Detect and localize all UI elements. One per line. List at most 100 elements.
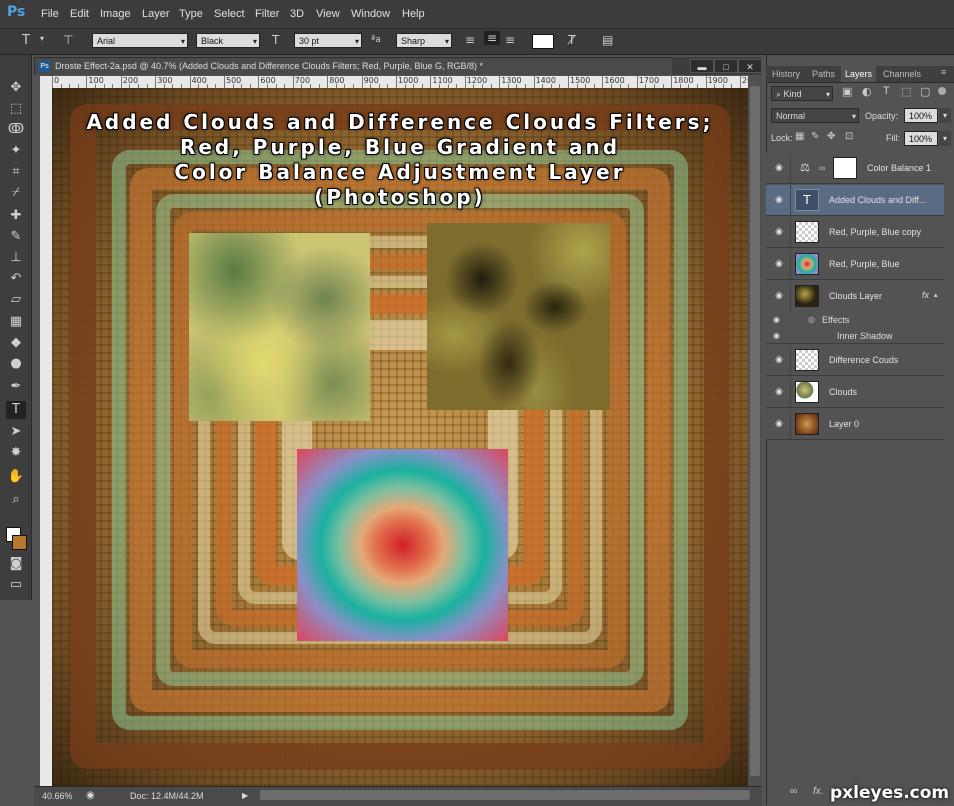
menu-help[interactable]: Help	[402, 8, 425, 20]
menu-select[interactable]: Select	[214, 8, 245, 20]
canvas-text-block[interactable]: Added Clouds and Difference Clouds Filte…	[52, 110, 748, 210]
layer-row[interactable]: ◉ Layer 0	[766, 409, 944, 440]
menu-file[interactable]: File	[41, 8, 59, 20]
zoom-level[interactable]: 40.66%	[42, 791, 73, 801]
lock-position-icon[interactable]: ✥	[827, 131, 835, 142]
move-tool-icon[interactable]: ✥	[6, 79, 26, 97]
warp-text-icon[interactable]: Ⱦ	[568, 33, 575, 47]
pen-tool-icon[interactable]: ✒	[6, 378, 26, 396]
layer-row[interactable]: ◉ T Added Clouds and Diff...	[766, 185, 944, 216]
chevron-down-icon[interactable]: ▾	[939, 131, 951, 146]
path-selection-tool-icon[interactable]: ➤	[6, 423, 26, 441]
text-color-swatch[interactable]	[532, 34, 554, 49]
eye-icon[interactable]: ◉	[773, 162, 785, 174]
panel-menu-icon[interactable]: ≡	[941, 67, 946, 77]
blur-tool-icon[interactable]: ◆	[6, 334, 26, 352]
screen-mode-icon[interactable]: ▭	[6, 576, 26, 594]
type-tool-icon[interactable]: T	[6, 401, 26, 419]
status-menu-icon[interactable]: ▶	[242, 791, 248, 800]
tab-layers[interactable]: Layers	[841, 66, 877, 82]
tab-channels[interactable]: Channels	[883, 69, 921, 79]
eye-icon[interactable]: ◉	[773, 418, 785, 430]
eye-icon[interactable]: ◉	[773, 258, 785, 270]
filter-adjustment-icon[interactable]: ◐	[862, 85, 872, 98]
crop-tool-icon[interactable]: ⌗	[6, 163, 26, 181]
text-orientation-icon[interactable]: ⊤	[63, 33, 73, 47]
filter-shape-icon[interactable]: ⬚	[901, 85, 911, 98]
background-color-swatch[interactable]	[12, 535, 27, 550]
link-layers-icon[interactable]: ∞	[790, 786, 797, 797]
filter-toggle-icon[interactable]	[938, 87, 946, 95]
lock-pixels-icon[interactable]: ✎	[811, 131, 819, 142]
lock-all-icon[interactable]: ⊡	[845, 131, 853, 142]
layer-row[interactable]: ◉ Red, Purple, Blue copy	[766, 217, 944, 248]
menu-image[interactable]: Image	[100, 8, 131, 20]
menu-filter[interactable]: Filter	[255, 8, 279, 20]
eye-icon[interactable]: ◉	[773, 194, 785, 206]
menu-view[interactable]: View	[316, 8, 340, 20]
eye-icon[interactable]: ◉	[773, 386, 785, 398]
effects-row[interactable]: ◉ ◎ Effects	[766, 312, 944, 328]
fx-icon[interactable]: fx	[922, 290, 929, 300]
eye-icon[interactable]: ◉	[773, 290, 785, 302]
chevron-down-icon[interactable]: ▾	[40, 34, 44, 43]
layer-row[interactable]: ◉ Clouds Layer fx ▴	[766, 281, 944, 312]
menu-edit[interactable]: Edit	[70, 8, 89, 20]
eye-icon[interactable]: ◉	[773, 315, 780, 324]
font-family-select[interactable]: Arial ▾	[92, 33, 188, 48]
chevron-down-icon[interactable]: ▴	[934, 291, 938, 299]
filter-type-icon[interactable]: T	[883, 85, 890, 97]
document-canvas[interactable]: Added Clouds and Difference Clouds Filte…	[52, 88, 748, 786]
shape-tool-icon[interactable]: ✸	[6, 444, 26, 462]
dodge-tool-icon[interactable]: ●	[6, 355, 26, 373]
magic-wand-tool-icon[interactable]: ✦	[6, 142, 26, 160]
menu-window[interactable]: Window	[351, 8, 390, 20]
tab-history[interactable]: History	[772, 69, 800, 79]
filter-smart-object-icon[interactable]: ▢	[920, 85, 930, 98]
filter-pixel-icon[interactable]: ▣	[842, 85, 852, 98]
layer-row[interactable]: ◉ ⚖ ∞ Color Balance 1	[766, 153, 944, 184]
layer-filter-select[interactable]: ⌕ Kind ▾	[771, 86, 833, 101]
eye-icon[interactable]: ◉	[773, 354, 785, 366]
menu-3d[interactable]: 3D	[290, 8, 304, 20]
healing-brush-tool-icon[interactable]: ✚	[6, 207, 26, 225]
brush-tool-icon[interactable]: ✎	[6, 228, 26, 246]
maximize-icon[interactable]: □	[714, 59, 738, 73]
add-style-icon[interactable]: fx.	[813, 786, 824, 797]
lasso-tool-icon[interactable]: ↂ	[6, 121, 26, 139]
minimize-icon[interactable]: ▬	[690, 59, 714, 73]
horizontal-scrollbar[interactable]	[260, 790, 750, 800]
chevron-down-icon[interactable]: ▾	[939, 108, 951, 123]
hand-tool-icon[interactable]: ✋	[6, 468, 26, 486]
align-left-icon[interactable]: ≡	[465, 33, 475, 47]
close-icon[interactable]: ✕	[738, 59, 762, 73]
layer-row[interactable]: ◉ Clouds	[766, 377, 944, 408]
opacity-input[interactable]: 100%	[904, 108, 938, 123]
layer-row[interactable]: ◉ Difference Couds	[766, 345, 944, 376]
layer-row[interactable]: ◉ Red, Purple, Blue	[766, 249, 944, 280]
scroll-thumb[interactable]	[750, 86, 760, 776]
anti-alias-select[interactable]: Sharp ▾	[396, 33, 452, 48]
type-tool-icon[interactable]: T	[22, 33, 30, 48]
blend-mode-select[interactable]: Normal ▾	[771, 108, 859, 123]
effect-row[interactable]: ◉ Inner Shadow	[766, 328, 944, 344]
menu-layer[interactable]: Layer	[142, 8, 170, 20]
marquee-tool-icon[interactable]: ⬚	[6, 100, 26, 118]
eraser-tool-icon[interactable]: ▱	[6, 291, 26, 309]
vertical-scrollbar[interactable]	[748, 76, 762, 786]
zoom-tool-icon[interactable]: ⌕	[6, 491, 26, 509]
lock-transparent-icon[interactable]: ▦	[795, 131, 804, 142]
fill-input[interactable]: 100%	[904, 131, 938, 146]
align-right-icon[interactable]: ≡	[505, 33, 515, 47]
tab-paths[interactable]: Paths	[812, 69, 835, 79]
font-style-select[interactable]: Black ▾	[196, 33, 260, 48]
clone-stamp-tool-icon[interactable]: ⊥	[6, 249, 26, 267]
eye-icon[interactable]: ◉	[773, 331, 780, 340]
menu-type[interactable]: Type	[179, 8, 203, 20]
gradient-tool-icon[interactable]: ▦	[6, 313, 26, 331]
eyedropper-tool-icon[interactable]: ⌿	[6, 184, 26, 202]
character-panel-icon[interactable]: ▤	[602, 33, 613, 47]
status-info-icon[interactable]: ◉	[86, 790, 95, 801]
document-tab[interactable]: Ps Droste Effect-2a.psd @ 40.7% (Added C…	[34, 57, 762, 75]
align-center-icon[interactable]: ≡	[484, 31, 501, 45]
